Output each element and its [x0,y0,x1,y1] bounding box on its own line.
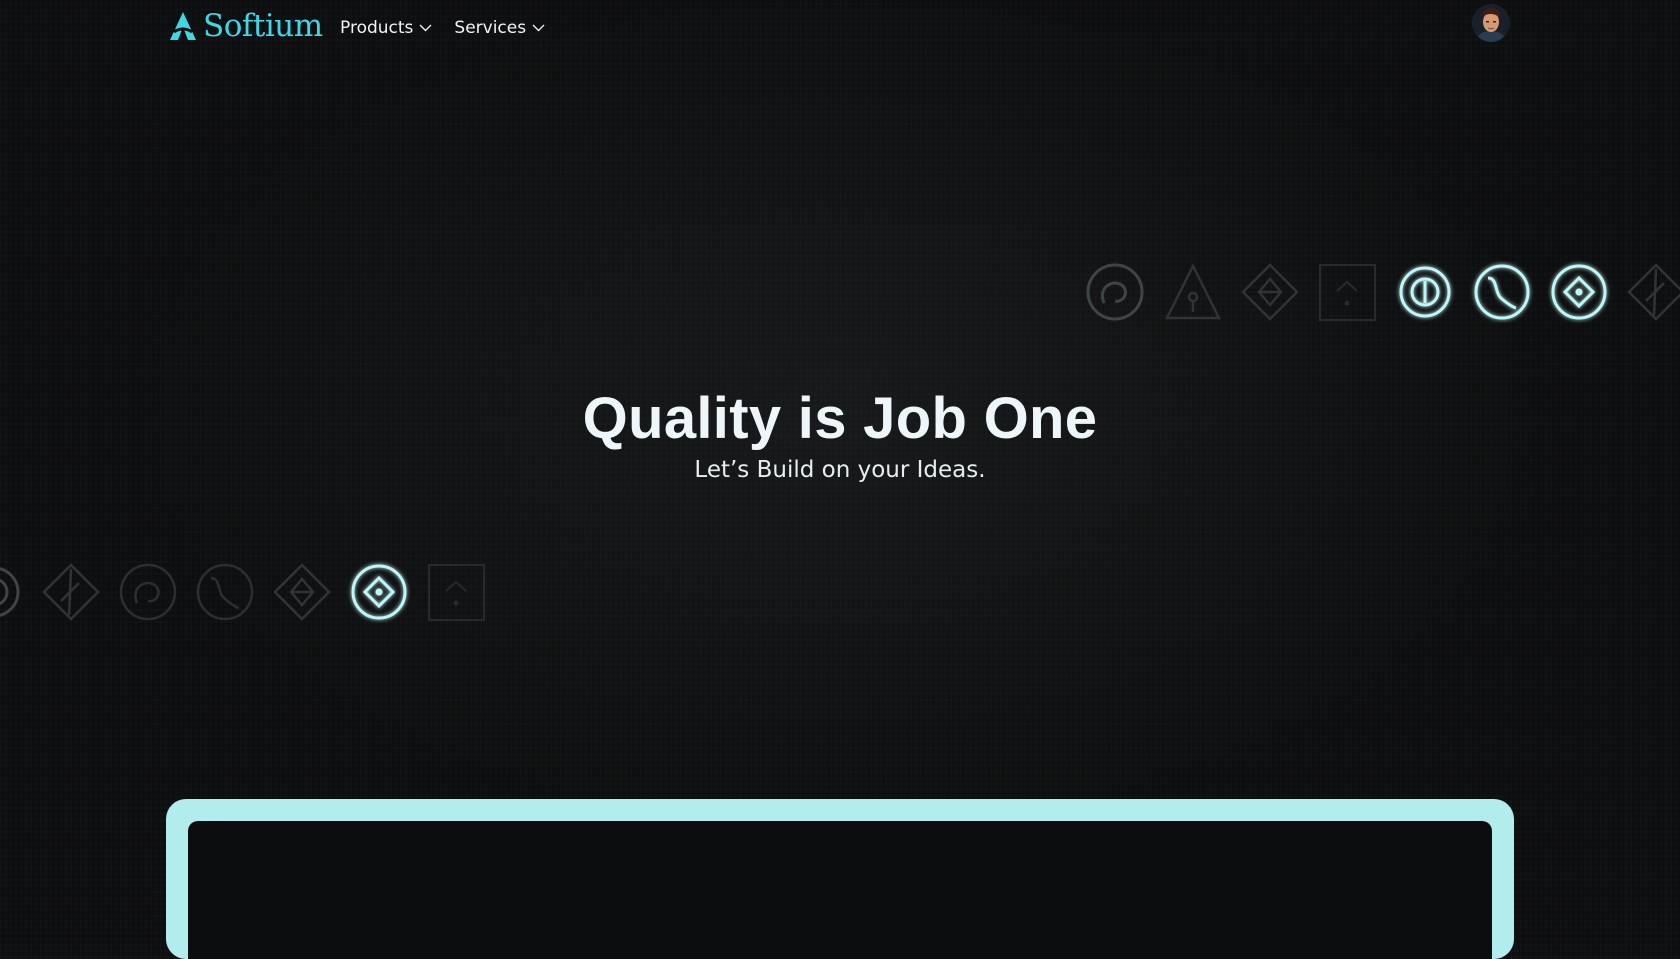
menu-products[interactable]: Products [340,18,432,38]
diamond-split-icon [1241,263,1299,321]
circle-bar-icon [1399,266,1451,318]
menu-products-label: Products [340,18,414,38]
main-menu: Products Services [340,18,545,38]
diamond-slash-icon [1627,263,1680,321]
glyph-row-bottom-svg [0,563,485,621]
menu-services[interactable]: Services [454,18,545,38]
circle-diamond-icon [1551,264,1607,320]
user-avatar-icon [1472,4,1510,42]
glyph-row-top [0,263,1680,323]
chevron-down-icon [532,24,545,32]
showcase-panel [166,799,1514,959]
user-avatar[interactable] [1472,4,1510,42]
circle-bar-icon [0,567,20,617]
glyph-row-bottom [0,563,1680,623]
spiral-circle-icon [1086,263,1144,321]
showcase-panel-inner [188,821,1492,959]
circle-diamond-icon [351,564,407,620]
diamond-slash-icon [42,563,100,621]
glyph-row-top-svg [1086,263,1680,321]
circle-wave-icon [196,563,254,621]
square-caret-icon [428,564,485,621]
triangle-person-icon [1164,263,1222,320]
diamond-split-icon [273,563,331,621]
hero-title: Quality is Job One [582,386,1098,451]
top-navbar: Softium Products Services [0,0,1680,62]
circle-wave-icon [1474,264,1530,320]
square-caret-icon [1319,264,1376,321]
spiral-circle-icon [119,563,177,621]
hero-subtitle: Let’s Build on your Ideas. [694,457,986,483]
brand-name: Softium [203,8,323,44]
chevron-down-icon [419,24,432,32]
brand-mark-icon [170,12,196,40]
brand-logo[interactable]: Softium [167,9,323,43]
hero-section: Quality is Job One Let’s Build on your I… [0,384,1680,486]
menu-services-label: Services [454,18,527,38]
